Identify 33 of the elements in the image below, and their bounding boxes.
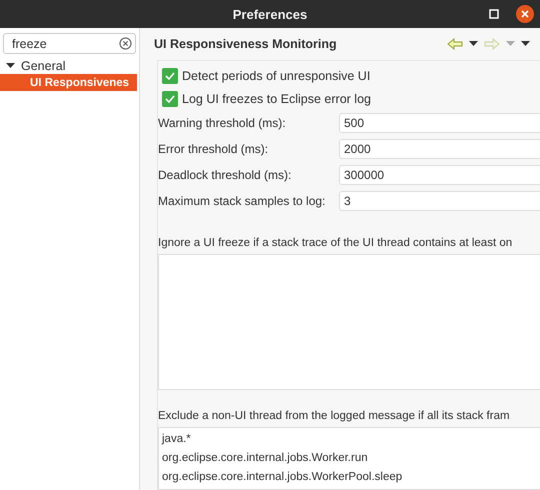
checkbox[interactable] [162,68,178,84]
field-label: Error threshold (ms): [158,142,270,156]
field-label: Maximum stack samples to log: [158,194,326,208]
menu-caret-icon[interactable] [521,41,530,47]
checkbox-label: Detect periods of unresponsive UI [182,69,370,84]
input-field[interactable]: 3 [339,190,540,211]
close-button[interactable] [516,5,534,23]
field-label: Deadlock threshold (ms): [158,168,292,182]
checkbox[interactable] [162,91,178,108]
search-field[interactable]: freeze [3,33,136,54]
section-label: Ignore a UI freeze if a stack trace of the UI thread contains at least on [158,237,514,252]
dropdown-caret-icon[interactable] [469,41,478,47]
close-icon[interactable] [520,9,530,19]
page-title: UI Responsiveness Monitoring [154,37,337,51]
list-item[interactable]: org.eclipse.core.internal.jobs.WorkerPool.sleep [162,468,537,487]
list-box[interactable]: java.* org.eclipse.core.internal.jobs.Worker.run org.eclipse.core.internal.jobs.WorkerPool.sleep [158,427,540,490]
clear-icon[interactable] [119,37,132,50]
search-input[interactable]: freeze [12,36,119,50]
expand-arrow-icon[interactable] [6,61,15,70]
checkbox-label: Log UI freezes to Eclipse error log [182,92,371,106]
check-icon [164,93,176,106]
input-field[interactable]: 2000 [339,139,540,160]
maximize-icon[interactable] [489,9,499,19]
input-field[interactable]: 500 [339,113,540,134]
window-title: Preferences [232,6,308,22]
tree-item[interactable]: UI Responsivenes [0,74,137,91]
input-field[interactable]: 300000 [339,164,540,185]
section-label: Exclude a non-UI thread from the logged message if all its stack fram [158,410,511,424]
list-item[interactable]: org.eclipse.core.internal.jobs.Worker.run [162,449,537,468]
list-item[interactable]: java.* [162,430,537,449]
tree-item[interactable]: General [0,57,137,74]
field-label: Warning threshold (ms): [158,116,287,130]
check-icon [164,70,176,82]
